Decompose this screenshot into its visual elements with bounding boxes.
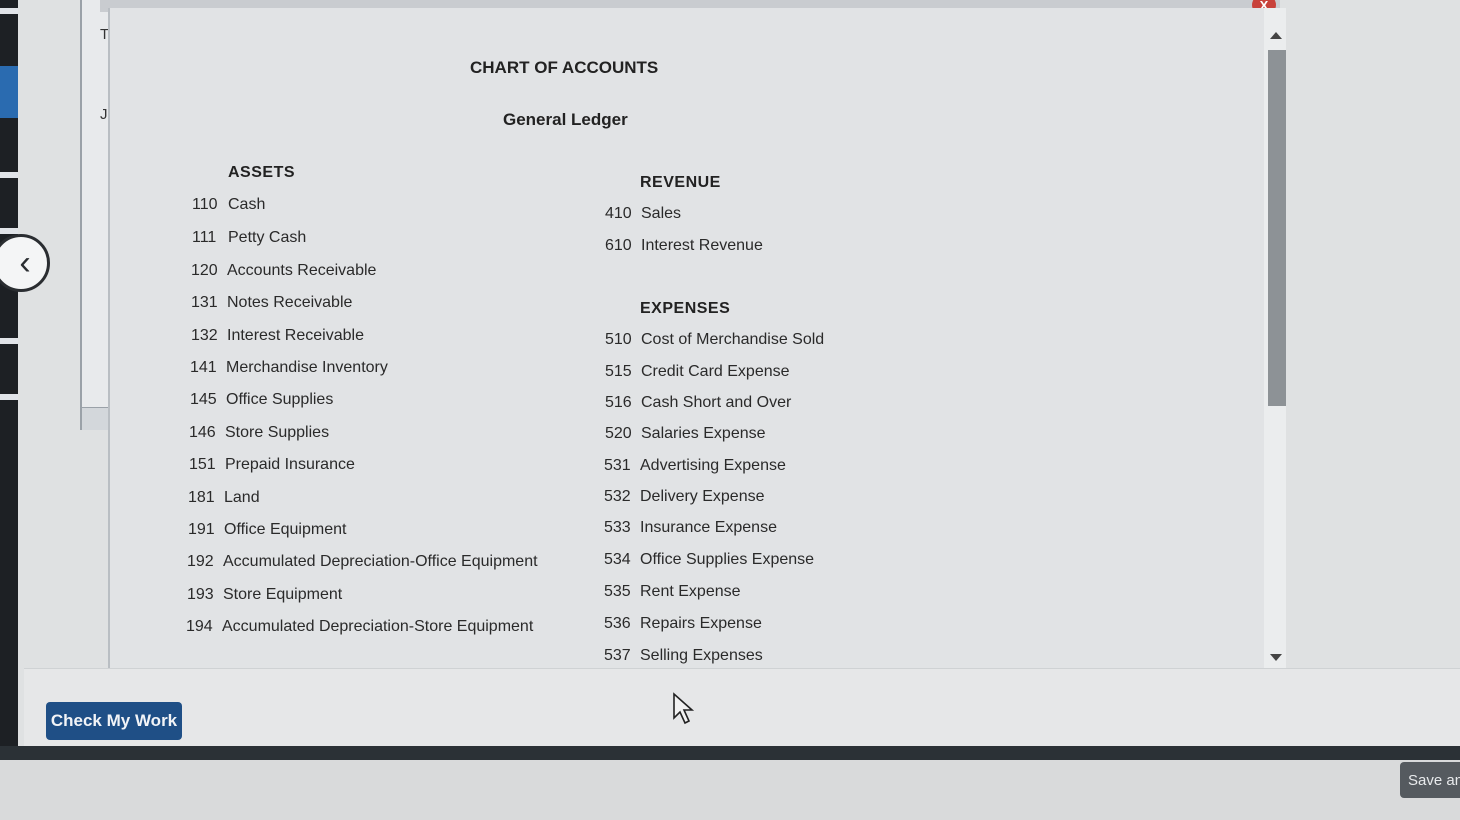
account-row: 146 Store Supplies [189,424,330,441]
bottom-divider [0,746,1460,760]
account-row: 141 Merchandise Inventory [190,359,388,376]
mouse-pointer-icon [672,692,696,731]
chevron-left-icon: ‹ [19,243,31,282]
modal-scrollbar[interactable] [1264,8,1286,668]
account-row: 536 Repairs Expense [604,615,762,632]
check-my-work-button[interactable]: Check My Work [46,702,182,740]
account-row: 131 Notes Receivable [191,294,353,311]
account-row: 194 Accumulated Depreciation-Store Equipm… [186,618,534,635]
account-row: 531 Advertising Expense [604,457,786,474]
account-row: 533 Insurance Expense [604,519,777,536]
account-row: 515 Credit Card Expense [605,363,790,380]
strip-mark [0,338,20,344]
footer-bar [24,668,1460,747]
strip-mark [0,8,20,14]
chart-of-accounts-modal: CHART OF ACCOUNTS General Ledger ASSETS … [108,8,1286,668]
scrollbar-thumb[interactable] [1268,50,1286,406]
account-row: 535 Rent Expense [604,583,741,600]
bottom-toolbar [0,760,1460,820]
account-row: 534 Office Supplies Expense [604,551,815,568]
account-row: 410 Sales [605,205,682,222]
strip-mark [0,394,20,400]
account-row: 510 Cost of Merchandise Sold [605,331,825,348]
modal-subtitle: General Ledger [503,110,628,129]
account-row: 193 Store Equipment [187,586,343,603]
scroll-down-arrow-icon[interactable] [1270,654,1282,661]
left-app-strip [0,0,20,755]
revenue-heading: REVENUE [640,174,721,191]
account-row: 120 Accounts Receivable [191,262,377,279]
modal-title: CHART OF ACCOUNTS [470,58,659,77]
strip-mark [0,172,20,178]
account-row: 192 Accumulated Depreciation-Office Equip… [187,553,538,570]
strip-active-marker [0,66,20,118]
account-row: 145 Office Supplies [190,391,334,408]
scroll-up-arrow-icon[interactable] [1270,32,1282,39]
account-row: 181 Land [188,489,260,506]
account-row: 532 Delivery Expense [604,488,765,505]
strip-mark [0,228,20,234]
account-row: 537 Selling Expenses [604,647,763,664]
account-row: 111 Petty Cash [192,229,307,246]
assets-heading: ASSETS [228,164,296,181]
account-row: 520 Salaries Expense [605,425,766,442]
account-row: 110 Cash [192,196,266,213]
account-row: 610 Interest Revenue [605,237,763,254]
account-row: 151 Prepaid Insurance [189,456,355,473]
account-row: 191 Office Equipment [188,521,347,538]
save-and-exit-button[interactable]: Save an [1400,762,1460,798]
account-row: 516 Cash Short and Over [605,394,792,411]
account-row: 132 Interest Receivable [191,327,364,344]
expenses-heading: EXPENSES [640,300,731,317]
